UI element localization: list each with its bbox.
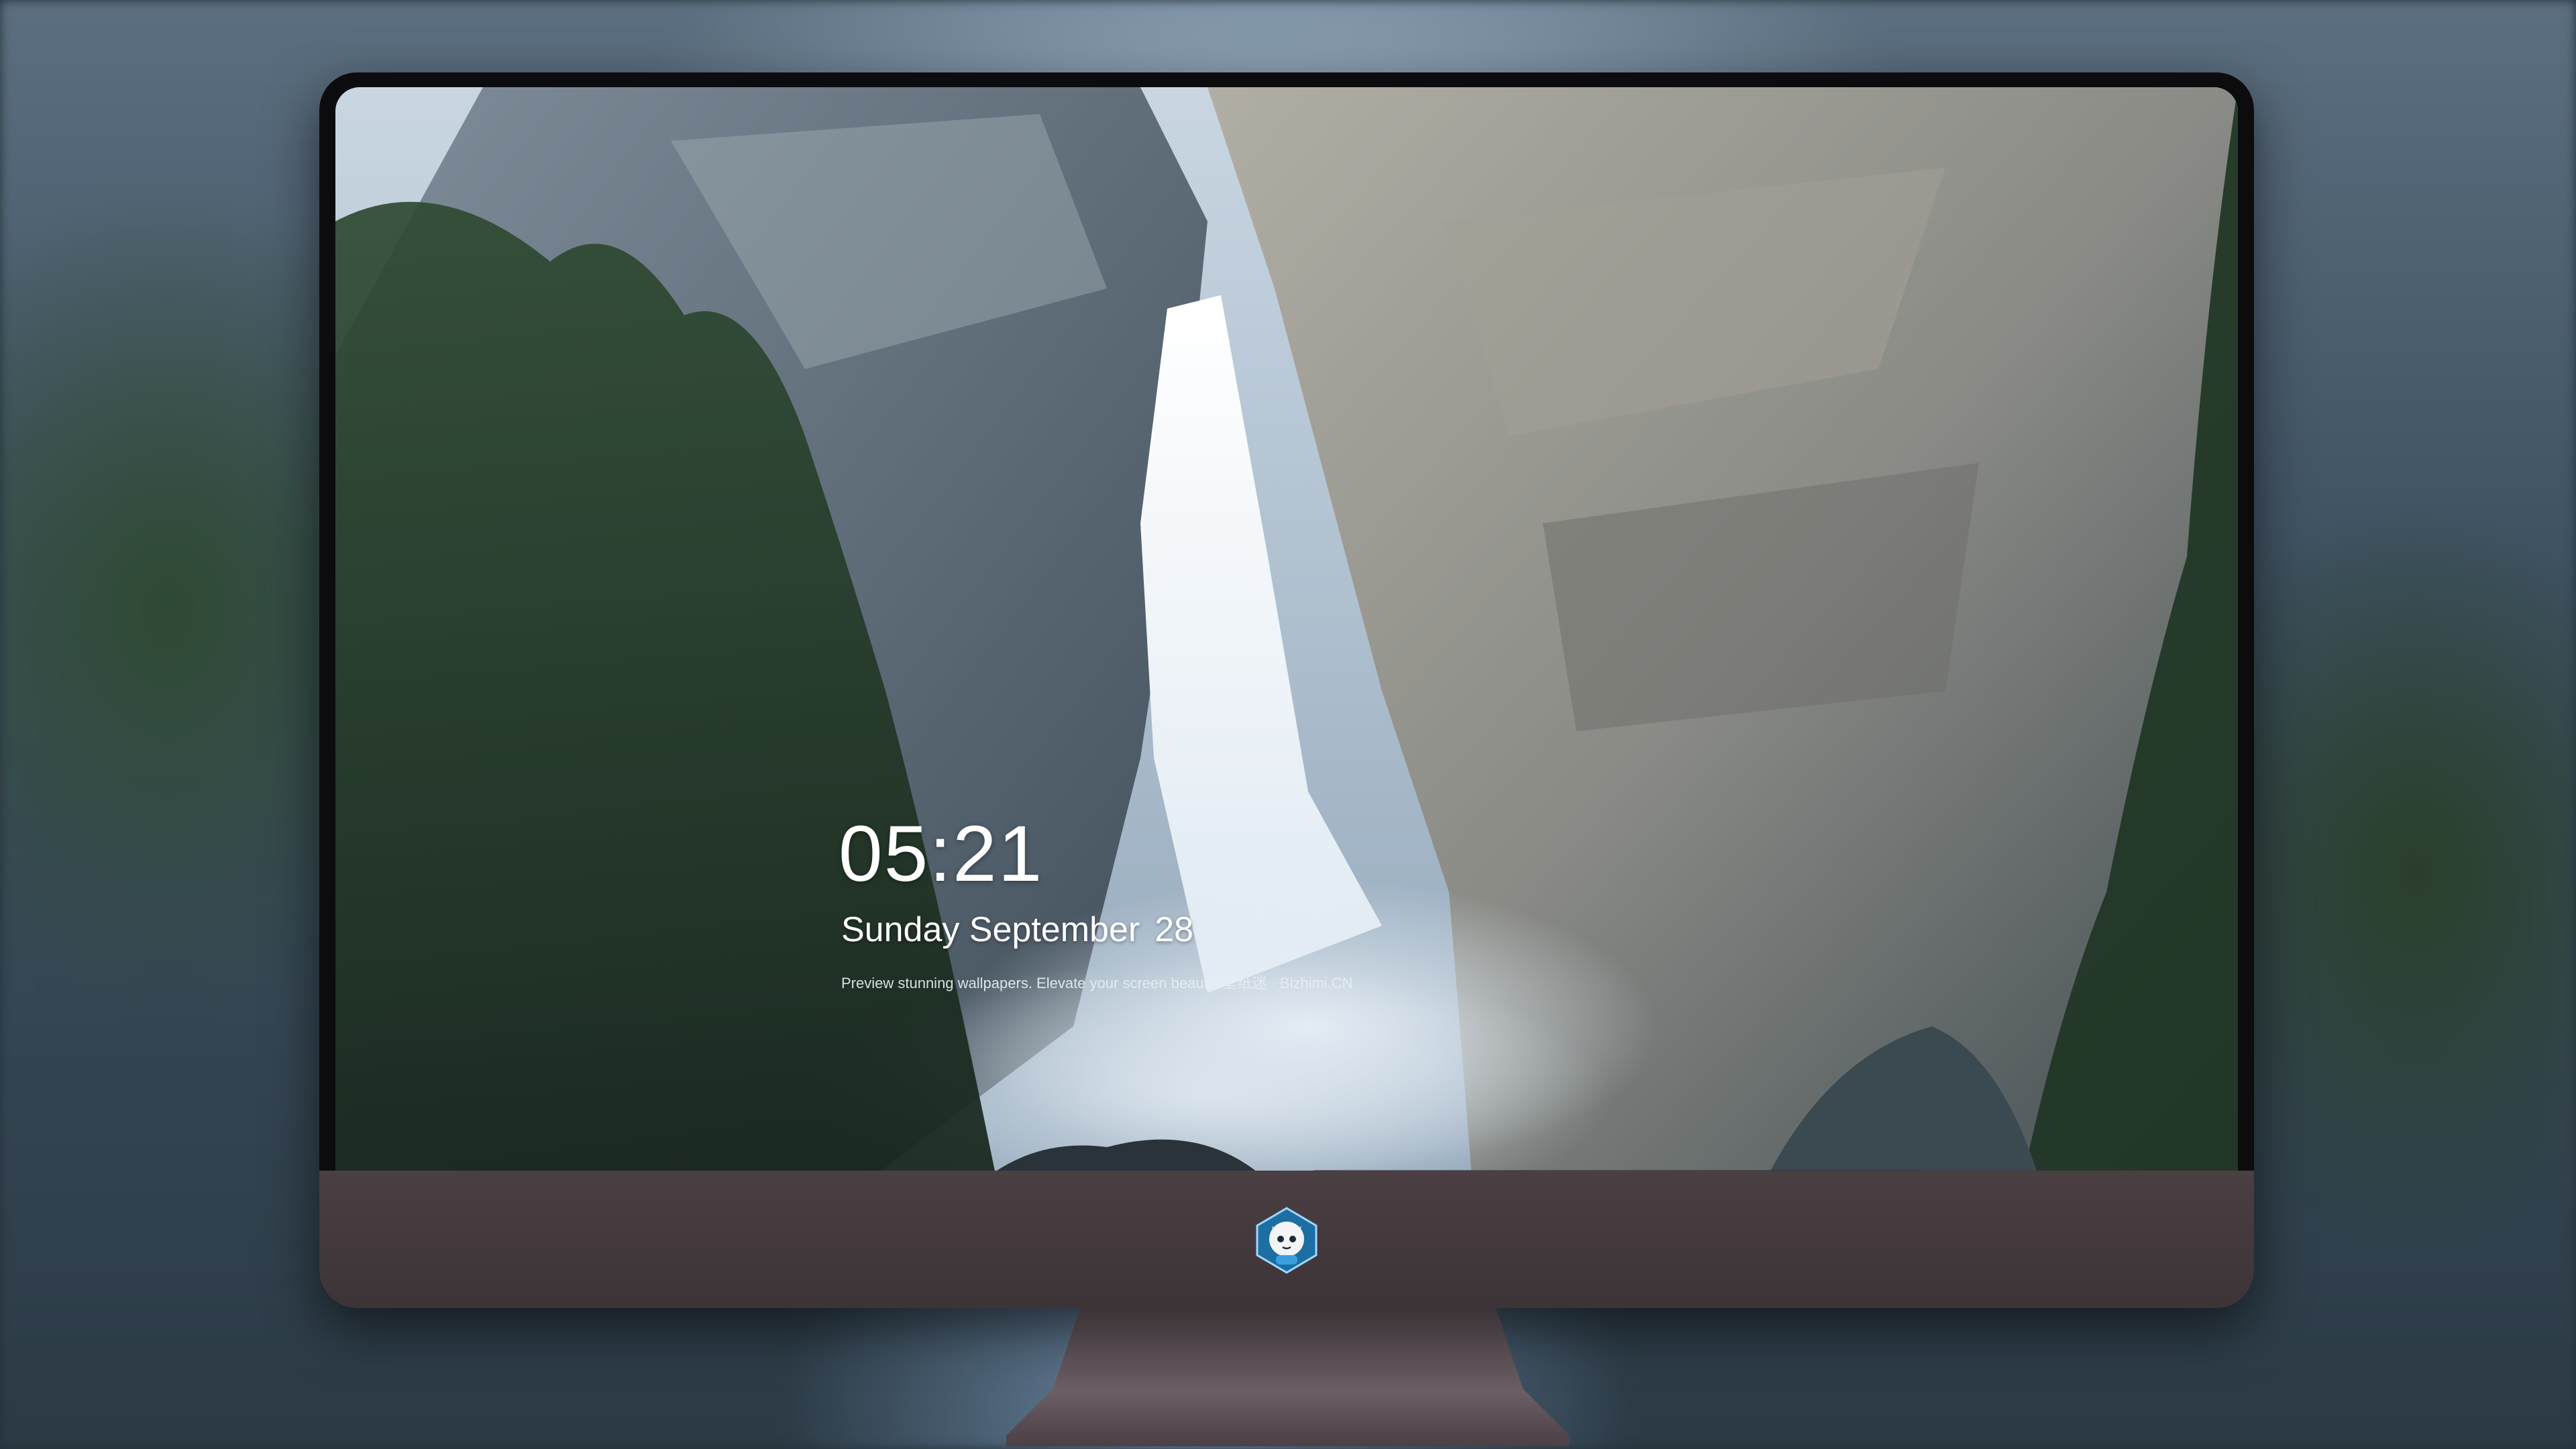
date-day: 28: [1155, 910, 1194, 949]
wallpaper-screen: 05:21 Sunday September 28 Preview stunnin…: [335, 87, 2238, 1228]
lockscreen-time: 05:21: [839, 810, 1044, 898]
monitor: 05:21 Sunday September 28 Preview stunnin…: [319, 72, 2254, 1308]
date-weekday-month: Sunday September: [841, 910, 1140, 949]
waterfall-wallpaper: [335, 87, 2238, 1228]
lockscreen-tagline: Preview stunning wallpapers. Elevate you…: [841, 975, 1353, 991]
monitor-chin: [319, 1171, 2254, 1308]
mascot-logo-icon: [1252, 1205, 1322, 1275]
monitor-stand: [1006, 1308, 1570, 1446]
lockscreen-date: Sunday September 28: [841, 910, 1193, 950]
